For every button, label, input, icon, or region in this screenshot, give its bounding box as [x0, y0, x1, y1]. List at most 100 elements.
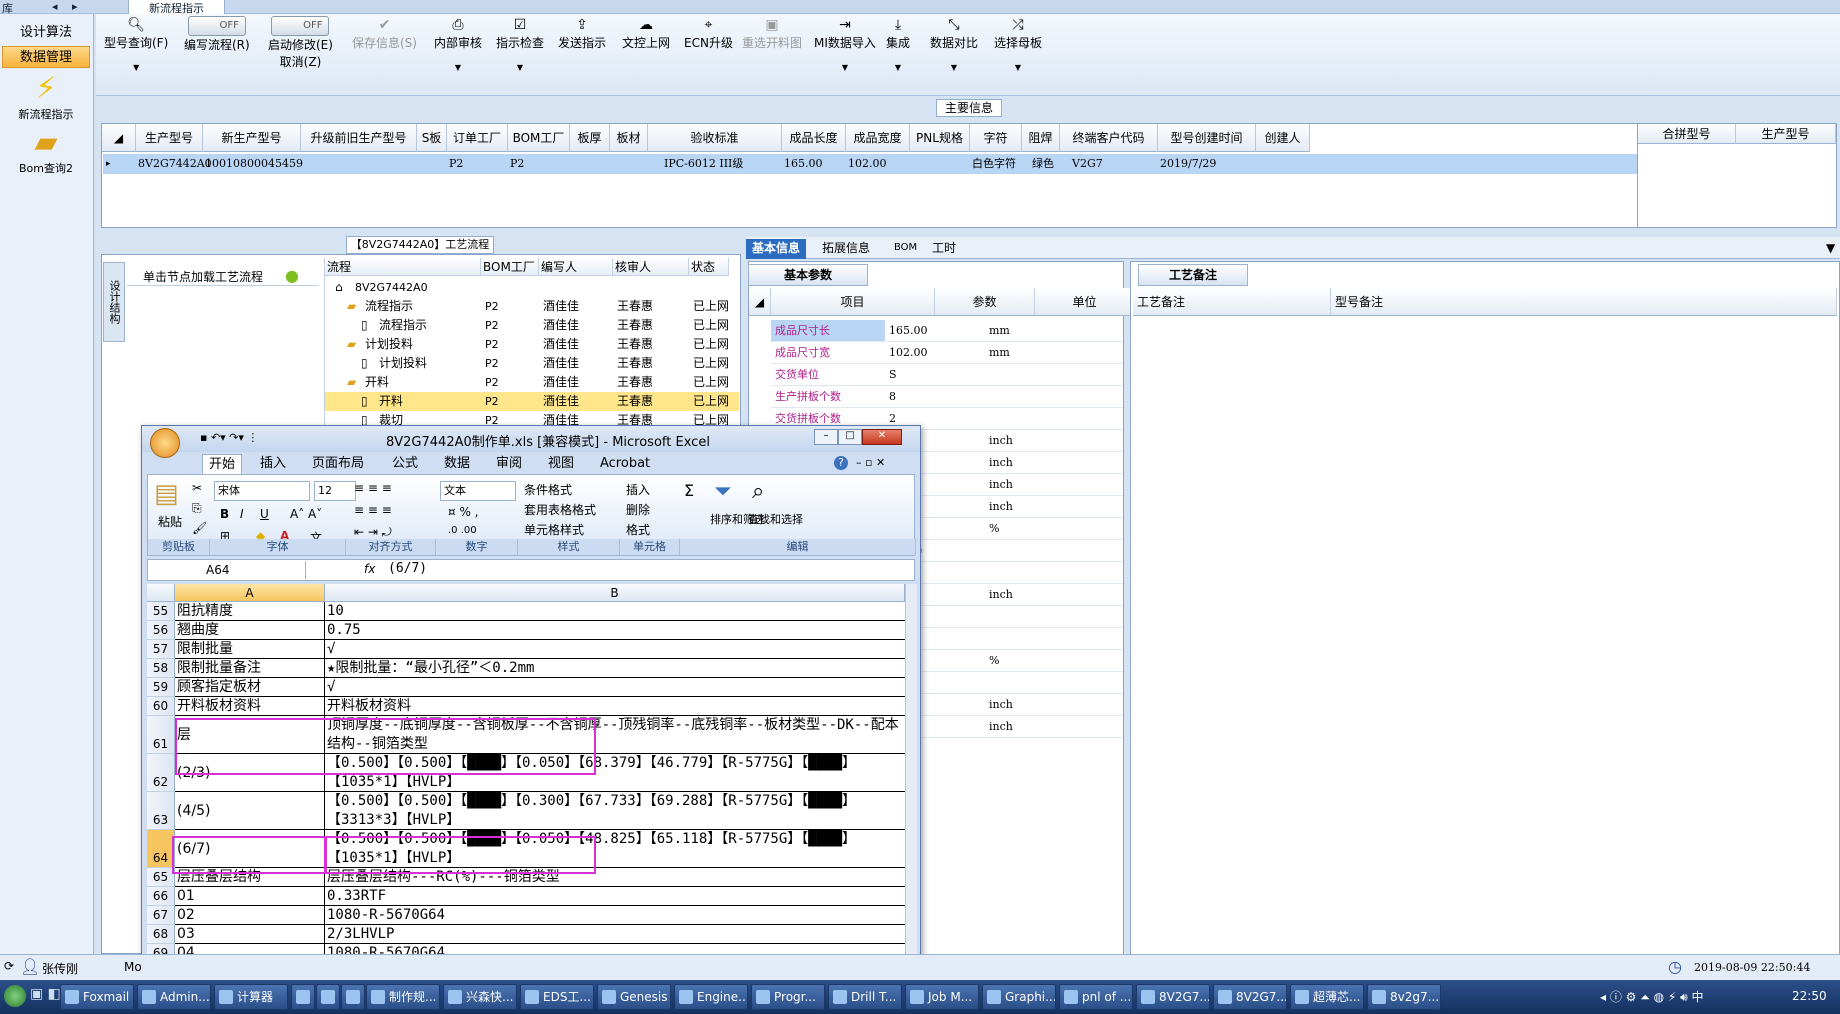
- start-edit-toggle[interactable]: OFF 启动修改(E) 取消(Z): [268, 16, 333, 70]
- cell-a[interactable]: 02: [175, 906, 325, 925]
- taskbar-item[interactable]: Progr...: [751, 984, 825, 1010]
- col-header[interactable]: 升级前旧生产型号: [301, 124, 417, 152]
- internal-review-button[interactable]: ⎙ 内部审核 ▼: [434, 16, 482, 72]
- taskbar-item[interactable]: pnl of ...: [1059, 984, 1133, 1010]
- taskbar-item[interactable]: 8v2g7...: [1367, 984, 1441, 1010]
- tree-row[interactable]: ▰ 流程指示 P2 酒佳佳 王春惠 已上网: [325, 297, 739, 316]
- col-header[interactable]: 成品宽度: [846, 124, 910, 152]
- cell-style-button[interactable]: 单元格样式: [524, 521, 584, 538]
- cell-b[interactable]: 1080-R-5670G64: [325, 906, 905, 925]
- sum-icon[interactable]: Σ: [684, 481, 694, 500]
- select-mother-board-button[interactable]: ⤮ 选择母板 ▼: [994, 16, 1042, 72]
- param-value[interactable]: 8: [889, 386, 896, 408]
- col-header[interactable]: 核审人: [613, 258, 689, 276]
- write-flow-toggle[interactable]: OFF 编写流程(R): [184, 16, 250, 53]
- cell-a[interactable]: 顾客指定板材: [175, 678, 325, 697]
- underline-icon[interactable]: U: [260, 507, 269, 521]
- font-name-select[interactable]: 宋体: [214, 481, 310, 501]
- format-painter-icon[interactable]: 🖌︎: [192, 521, 207, 535]
- col-header[interactable]: 编写人: [539, 258, 613, 276]
- grow-font-icon[interactable]: A˄ A˅: [290, 507, 322, 521]
- param-row[interactable]: 成品尺寸长 165.00 mm: [771, 320, 1123, 342]
- row-header[interactable]: 56: [147, 621, 175, 640]
- tab-worktime[interactable]: 工时: [926, 239, 962, 259]
- tab-bom[interactable]: BOM: [888, 239, 923, 259]
- cell-b[interactable]: 10: [325, 602, 905, 621]
- start-icon[interactable]: [4, 985, 26, 1007]
- taskbar-item[interactable]: [291, 984, 315, 1010]
- indent-icon[interactable]: ⇤ ⇥ ⤾: [354, 525, 392, 540]
- toggle-switch[interactable]: OFF: [271, 16, 330, 36]
- column-header-b[interactable]: B: [325, 584, 905, 602]
- forward-icon[interactable]: ▸: [72, 0, 78, 13]
- number-format-select[interactable]: 文本: [440, 481, 516, 501]
- reselect-cut-button[interactable]: ▣ 重选开料图: [742, 16, 802, 51]
- param-row[interactable]: 交货单位 S: [771, 364, 1123, 386]
- cell-a[interactable]: 01: [175, 887, 325, 906]
- toggle-switch[interactable]: OFF: [187, 16, 246, 36]
- tree-row[interactable]: ▯ 流程指示 P2 酒佳佳 王春惠 已上网: [325, 316, 739, 335]
- row-header[interactable]: 67: [147, 906, 175, 925]
- select-all[interactable]: [147, 584, 175, 602]
- param-row[interactable]: 成品尺寸宽 102.00 mm: [771, 342, 1123, 364]
- tab-formulas[interactable]: 公式: [386, 454, 424, 474]
- taskbar-item[interactable]: 兴森快...: [443, 984, 517, 1010]
- cell-acceptance[interactable]: IPC-6012 III级: [662, 154, 743, 174]
- column-header-a[interactable]: A: [175, 584, 325, 602]
- col-header[interactable]: BOM工厂: [508, 124, 570, 152]
- close-icon[interactable]: ✕: [862, 429, 902, 445]
- col-header[interactable]: 终端客户代码: [1060, 124, 1158, 152]
- cell-model[interactable]: 8V2G7442A0: [136, 154, 212, 174]
- col-header[interactable]: 阻焊: [1022, 124, 1060, 152]
- col-header[interactable]: 单位: [1035, 288, 1135, 316]
- tab-acrobat[interactable]: Acrobat: [594, 454, 656, 474]
- cell-mask[interactable]: 绿色: [1030, 154, 1054, 174]
- tree-row[interactable]: ▯ 计划投料 P2 酒佳佳 王春惠 已上网: [325, 354, 739, 373]
- cell-new-model[interactable]: 10010800045459: [203, 154, 303, 174]
- design-structure-tab[interactable]: 设计结构: [103, 262, 125, 342]
- col-header[interactable]: 型号备注: [1331, 288, 1837, 316]
- back-icon[interactable]: ◂: [52, 0, 58, 13]
- col-header[interactable]: 创建人: [1256, 124, 1310, 152]
- cell-a[interactable]: 翘曲度: [175, 621, 325, 640]
- paste-label[interactable]: 粘贴: [158, 513, 182, 530]
- cell-a[interactable]: 03: [175, 925, 325, 944]
- maximize-icon[interactable]: □: [838, 429, 862, 445]
- taskbar-item[interactable]: Job M...: [905, 984, 979, 1010]
- cell-customer[interactable]: V2G7: [1070, 154, 1103, 174]
- cell-order-factory[interactable]: P2: [447, 154, 463, 174]
- col-header[interactable]: 项目: [771, 288, 935, 316]
- quick-launch-icons[interactable]: ▣ ◧: [30, 986, 61, 1002]
- cell-length[interactable]: 165.00: [782, 154, 823, 174]
- cell-b[interactable]: 2/3LHVLP: [325, 925, 905, 944]
- nav-bom-query[interactable]: ▰ Bom查询2: [2, 126, 90, 176]
- percent-icon[interactable]: ¤ % ,: [448, 505, 478, 519]
- tab-page-layout[interactable]: 页面布局: [306, 454, 370, 474]
- row-header[interactable]: 57: [147, 640, 175, 659]
- note-tab[interactable]: 工艺备注: [1138, 264, 1248, 286]
- taskbar-item[interactable]: 8V2G7...: [1213, 984, 1287, 1010]
- cut-icon[interactable]: ✂: [192, 481, 202, 495]
- cell-bom-factory[interactable]: P2: [508, 154, 524, 174]
- insert-cell-button[interactable]: 插入: [626, 481, 650, 498]
- row-header[interactable]: 59: [147, 678, 175, 697]
- cell-a[interactable]: (4/5): [175, 792, 325, 830]
- tree-row[interactable]: ⌂ 8V2G7442A0: [325, 278, 739, 297]
- tab-extended-info[interactable]: 拓展信息: [816, 239, 876, 259]
- basic-param-tab[interactable]: 基本参数: [748, 264, 868, 286]
- bold-icon[interactable]: B: [220, 507, 229, 521]
- col-header[interactable]: 流程: [325, 258, 481, 276]
- row-header[interactable]: 65: [147, 868, 175, 887]
- col-header[interactable]: 型号创建时间: [1158, 124, 1256, 152]
- cell-b[interactable]: 【0.500】【0.500】【████】【0.300】【67.733】【69.2…: [325, 792, 905, 830]
- nav-new-flow[interactable]: ⚡ 新流程指示: [2, 72, 90, 122]
- sort-filter-icon[interactable]: ⏷: [714, 479, 732, 504]
- row-header[interactable]: 61: [147, 716, 175, 754]
- tab-basic-info[interactable]: 基本信息: [746, 239, 807, 259]
- cell-b[interactable]: √: [325, 640, 905, 659]
- minimize-icon[interactable]: –: [814, 429, 838, 445]
- row-header[interactable]: 60: [147, 697, 175, 716]
- tab-insert[interactable]: 插入: [254, 454, 292, 474]
- doc-online-button[interactable]: ☁ 文控上网: [622, 16, 670, 51]
- taskbar-item[interactable]: Admin...: [137, 984, 211, 1010]
